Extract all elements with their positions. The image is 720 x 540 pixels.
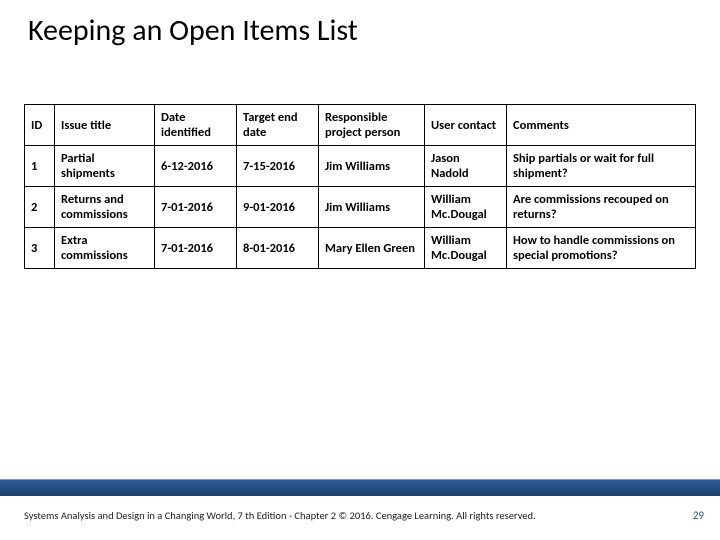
cell-date: 6-12-2016	[155, 146, 237, 187]
cell-issue: Extra commissions	[55, 228, 155, 269]
cell-issue: Returns and commissions	[55, 187, 155, 228]
cell-target: 9-01-2016	[237, 187, 319, 228]
cell-date: 7-01-2016	[155, 187, 237, 228]
cell-comments: How to handle commissions on special pro…	[507, 228, 696, 269]
col-responsible: Responsible project person	[319, 105, 425, 146]
col-target-end-date: Target end date	[237, 105, 319, 146]
table-row: 2 Returns and commissions 7-01-2016 9-01…	[25, 187, 696, 228]
open-items-table: ID Issue title Date identified Target en…	[24, 104, 696, 269]
table-row: 3 Extra commissions 7-01-2016 8-01-2016 …	[25, 228, 696, 269]
cell-user: William Mc.Dougal	[425, 187, 507, 228]
cell-comments: Are commissions recouped on returns?	[507, 187, 696, 228]
page-number: 29	[693, 509, 704, 522]
footer-text: Systems Analysis and Design in a Changin…	[24, 509, 536, 522]
cell-user: William Mc.Dougal	[425, 228, 507, 269]
cell-target: 8-01-2016	[237, 228, 319, 269]
open-items-table-wrap: ID Issue title Date identified Target en…	[24, 104, 696, 269]
cell-target: 7-15-2016	[237, 146, 319, 187]
slide-title: Keeping an Open Items List	[0, 0, 720, 49]
col-issue-title: Issue title	[55, 105, 155, 146]
cell-comments: Ship partials or wait for full shipment?	[507, 146, 696, 187]
col-comments: Comments	[507, 105, 696, 146]
cell-id: 2	[25, 187, 55, 228]
cell-date: 7-01-2016	[155, 228, 237, 269]
cell-id: 3	[25, 228, 55, 269]
cell-issue: Partial shipments	[55, 146, 155, 187]
cell-responsible: Mary Ellen Green	[319, 228, 425, 269]
col-id: ID	[25, 105, 55, 146]
cell-responsible: Jim Williams	[319, 146, 425, 187]
table-header-row: ID Issue title Date identified Target en…	[25, 105, 696, 146]
col-user-contact: User contact	[425, 105, 507, 146]
cell-responsible: Jim Williams	[319, 187, 425, 228]
footer-accent-bar	[0, 479, 720, 496]
cell-id: 1	[25, 146, 55, 187]
table-row: 1 Partial shipments 6-12-2016 7-15-2016 …	[25, 146, 696, 187]
cell-user: Jason Nadold	[425, 146, 507, 187]
col-date-identified: Date identified	[155, 105, 237, 146]
